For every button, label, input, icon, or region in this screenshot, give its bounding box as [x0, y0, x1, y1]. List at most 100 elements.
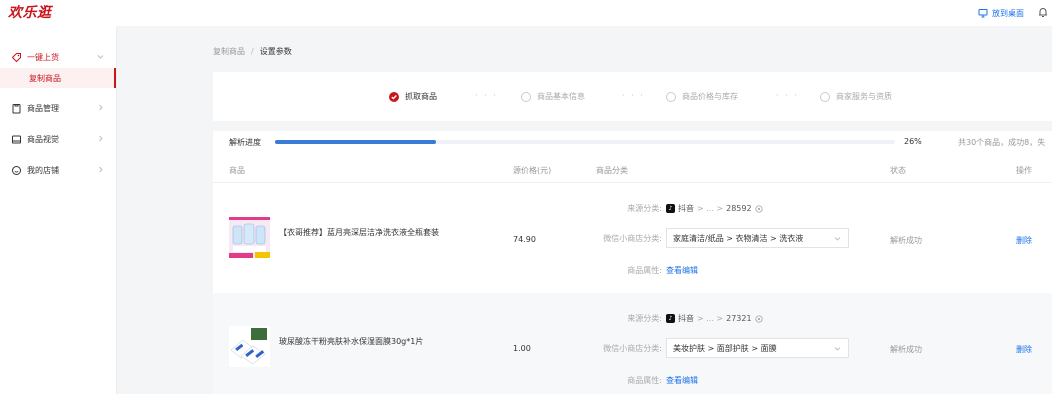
step-label: 商品价格与库存	[682, 92, 738, 101]
product-name: 玻尿酸冻干粉亮肤补水保湿面膜30g*1片	[279, 337, 424, 346]
step-label: 商品基本信息	[537, 92, 585, 101]
product-attributes: 商品属性: 查看编辑	[596, 375, 698, 386]
sidebar-item-label: 我的店铺	[27, 165, 59, 175]
delete-button[interactable]: 删除	[1016, 344, 1032, 355]
progress-bar	[275, 140, 895, 144]
product-table-card: 解析进度 26% 共30个商品，成功8，失 商品 源价格(元) 商品分类 状态 …	[213, 131, 1052, 394]
chevron-down-icon	[97, 55, 104, 59]
step-label: 抓取商品	[405, 92, 437, 101]
sidebar-item-label: 一键上货	[27, 52, 59, 62]
source-category-id: 28592	[726, 204, 752, 213]
check-circle-icon	[389, 91, 399, 102]
product-attributes: 商品属性: 查看编辑	[596, 265, 698, 276]
info-circle-icon[interactable]	[755, 314, 763, 323]
wechat-category-label: 微信小商店分类:	[603, 343, 662, 353]
add-to-desktop-button[interactable]: 放到桌面	[978, 8, 1024, 19]
category-select[interactable]: 家庭清洁/纸品 > 衣物清洁 > 洗衣液	[666, 228, 849, 248]
sidebar-item-label: 商品管理	[27, 103, 59, 113]
chevron-right-icon	[99, 166, 103, 173]
chevron-right-icon	[99, 135, 103, 142]
step-price-stock: 商品价格与库存	[666, 91, 738, 102]
source-platform: 抖音	[678, 204, 694, 213]
chevron-right-icon	[99, 104, 103, 111]
product-thumbnail	[229, 217, 270, 258]
view-edit-link[interactable]: 查看编辑	[666, 265, 698, 276]
progress-bar-fill	[275, 140, 437, 144]
steps-bar: 抓取商品 · · · 商品基本信息 · · · 商品价格与库存 · · · 商家…	[213, 72, 1052, 121]
step-label: 商家服务与资质	[836, 92, 892, 101]
step-circle-icon	[666, 91, 676, 102]
product-price: 74.90	[513, 235, 536, 244]
delete-button[interactable]: 删除	[1016, 235, 1032, 246]
breadcrumb-separator: /	[251, 47, 254, 56]
source-category-id: 27321	[726, 314, 752, 323]
sidebar-item-label: 商品视觉	[27, 134, 59, 144]
column-header-product: 商品	[229, 166, 245, 175]
breadcrumb: 复制商品 / 设置参数	[213, 46, 292, 57]
smile-icon	[10, 164, 22, 176]
step-basic-info: 商品基本信息	[521, 91, 585, 102]
step-separator: · · ·	[475, 91, 498, 100]
step-service-qualification: 商家服务与资质	[820, 91, 892, 102]
category-select-value: 家庭清洁/纸品 > 衣物清洁 > 洗衣液	[673, 233, 804, 243]
clipboard-icon	[10, 102, 22, 114]
product-price: 1.00	[513, 344, 531, 353]
view-edit-link[interactable]: 查看编辑	[666, 375, 698, 386]
monitor-icon	[978, 9, 988, 18]
wechat-category: 微信小商店分类: 美妆护肤 > 面部护肤 > 面膜	[596, 338, 849, 358]
breadcrumb-parent[interactable]: 复制商品	[213, 47, 245, 56]
table-header: 商品 源价格(元) 商品分类 状态 操作	[213, 159, 1052, 183]
source-category: 来源分类: ♪ 抖音 > ... > 28592	[596, 203, 763, 214]
app-logo[interactable]: 欢乐逛	[8, 2, 52, 22]
douyin-icon: ♪	[666, 314, 675, 323]
image-icon	[10, 133, 22, 145]
column-header-price: 源价格(元)	[513, 166, 552, 175]
step-separator: · · ·	[776, 91, 799, 100]
attributes-label: 商品属性:	[627, 266, 662, 275]
progress-summary: 共30个商品，成功8，失	[958, 138, 1046, 147]
parse-progress: 解析进度 26% 共30个商品，成功8，失	[213, 131, 1052, 153]
bell-icon[interactable]	[1038, 7, 1048, 20]
sidebar-item-product-management[interactable]: 商品管理	[0, 97, 116, 119]
category-select-value: 美妆护肤 > 面部护肤 > 面膜	[673, 343, 777, 353]
douyin-icon: ♪	[666, 204, 675, 213]
step-fetch-product: 抓取商品	[389, 91, 437, 102]
status-text: 解析成功	[890, 345, 922, 354]
step-circle-icon	[820, 91, 830, 102]
wechat-category: 微信小商店分类: 家庭清洁/纸品 > 衣物清洁 > 洗衣液	[596, 228, 849, 248]
product-name: 【衣哥推荐】蓝月亮深层洁净洗衣液全瓶套装	[279, 228, 439, 237]
breadcrumb-current: 设置参数	[259, 47, 292, 56]
add-to-desktop-label: 放到桌面	[992, 8, 1024, 18]
product-thumbnail	[229, 326, 270, 367]
column-header-status: 状态	[890, 166, 906, 175]
top-bar: 欢乐逛 放到桌面	[0, 0, 1052, 26]
column-header-category: 商品分类	[596, 166, 628, 175]
sidebar-item-my-shop[interactable]: 我的店铺	[0, 159, 116, 181]
status-text: 解析成功	[890, 236, 922, 245]
attributes-label: 商品属性:	[627, 376, 662, 385]
chevron-down-icon	[834, 347, 841, 351]
column-header-action: 操作	[1016, 166, 1032, 175]
source-category-label: 来源分类:	[627, 204, 662, 213]
sidebar: 一键上货 复制商品 商品管理 商品视觉 我的店铺	[0, 26, 117, 394]
chevron-down-icon	[834, 237, 841, 241]
main-content: 复制商品 / 设置参数 抓取商品 · · · 商品基本信息 · · · 商品价格与库…	[117, 26, 1052, 394]
sidebar-item-one-click-listing[interactable]: 一键上货	[0, 46, 116, 68]
source-path: > ... >	[697, 314, 724, 323]
table-row: 玻尿酸冻干粉亮肤补水保湿面膜30g*1片 1.00 来源分类: ♪ 抖音 > .…	[213, 293, 1052, 394]
progress-label: 解析进度	[229, 138, 261, 147]
wechat-category-label: 微信小商店分类:	[603, 233, 662, 243]
info-circle-icon[interactable]	[755, 204, 763, 213]
category-select[interactable]: 美妆护肤 > 面部护肤 > 面膜	[666, 338, 849, 358]
sidebar-item-product-visual[interactable]: 商品视觉	[0, 128, 116, 150]
tag-icon	[10, 51, 22, 63]
source-path: > ... >	[697, 204, 724, 213]
step-separator: · · ·	[622, 91, 645, 100]
table-row: 【衣哥推荐】蓝月亮深层洁净洗衣液全瓶套装 74.90 来源分类: ♪ 抖音 > …	[213, 183, 1052, 293]
progress-percent: 26%	[904, 137, 922, 146]
source-platform: 抖音	[678, 314, 694, 323]
step-circle-icon	[521, 91, 531, 102]
sidebar-subitem-copy-product[interactable]: 复制商品	[0, 68, 116, 88]
source-category: 来源分类: ♪ 抖音 > ... > 27321	[596, 313, 763, 324]
top-actions: 放到桌面	[978, 0, 1052, 26]
